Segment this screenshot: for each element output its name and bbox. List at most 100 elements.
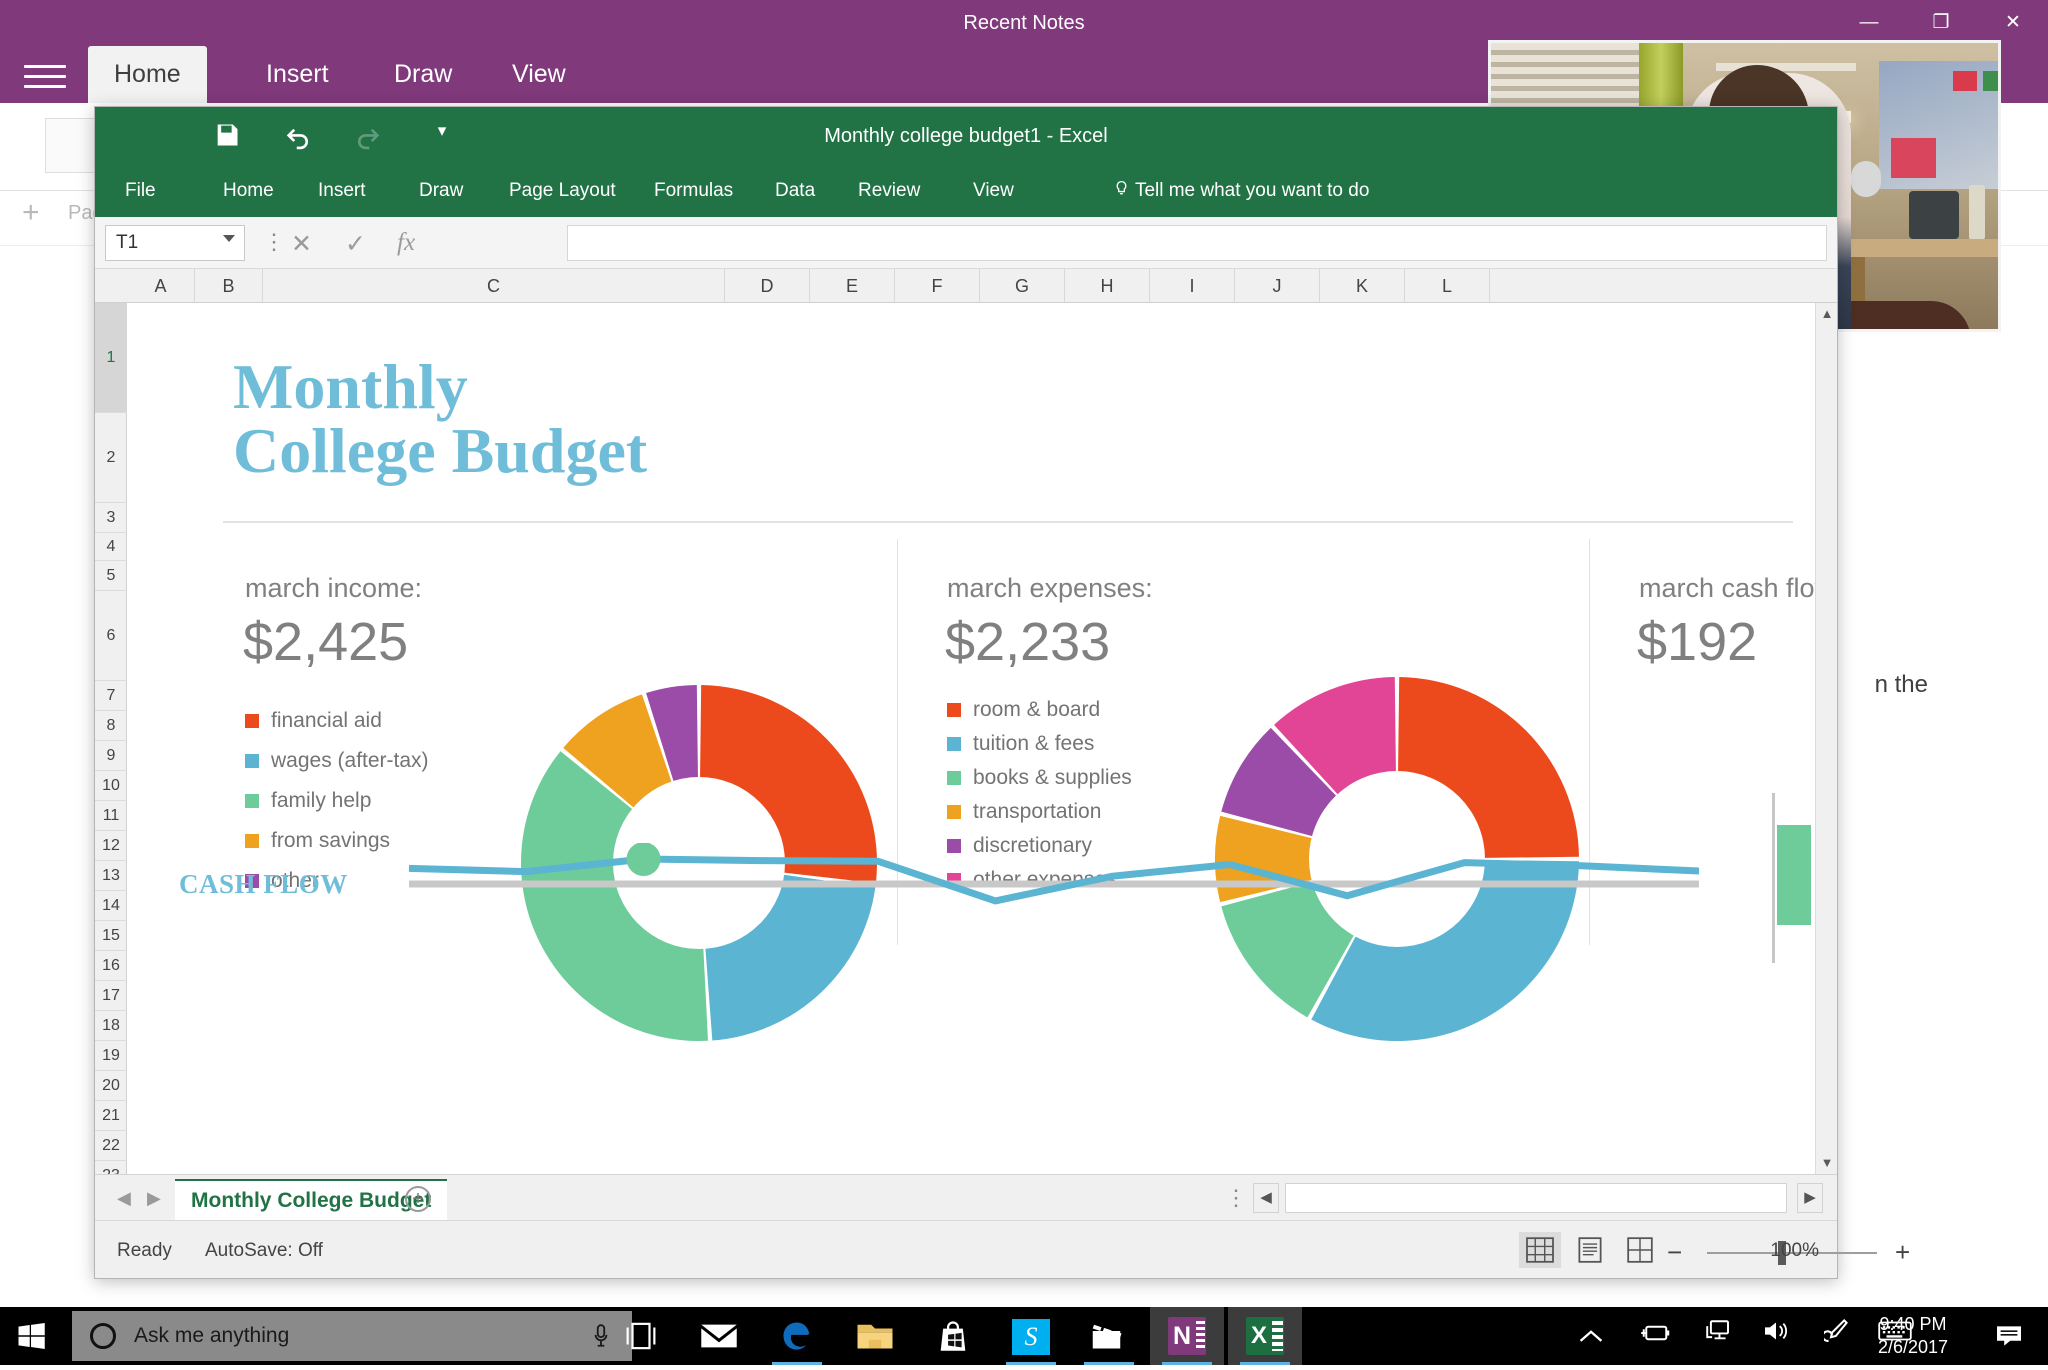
edge-icon[interactable] <box>760 1307 834 1365</box>
zoom-out-button[interactable]: − <box>1667 1237 1682 1268</box>
legend-item: wages (after-tax) <box>245 741 429 781</box>
page-layout-view-button[interactable] <box>1569 1232 1611 1268</box>
tab-split-handle[interactable]: ⋮ <box>1225 1185 1247 1211</box>
worksheet-vertical-scrollbar[interactable]: ▲ ▼ <box>1815 303 1837 1174</box>
column-header-d[interactable]: D <box>725 269 810 303</box>
row-header-16[interactable]: 16 <box>95 951 127 981</box>
row-header-12[interactable]: 12 <box>95 831 127 861</box>
onenote-taskbar-icon[interactable]: N <box>1150 1307 1224 1365</box>
lightbulb-icon <box>1113 180 1135 201</box>
column-header-j[interactable]: J <box>1235 269 1320 303</box>
row-header-8[interactable]: 8 <box>95 711 127 741</box>
onenote-tab-insert[interactable]: Insert <box>240 46 355 103</box>
normal-view-button[interactable] <box>1519 1232 1561 1268</box>
column-header-h[interactable]: H <box>1065 269 1150 303</box>
row-header-13[interactable]: 13 <box>95 861 127 891</box>
row-header-5[interactable]: 5 <box>95 561 127 591</box>
ribbon-tab-draw[interactable]: Draw <box>411 165 471 217</box>
battery-icon[interactable] <box>1640 1307 1670 1365</box>
store-icon[interactable] <box>916 1307 990 1365</box>
file-explorer-icon[interactable] <box>838 1307 912 1365</box>
ribbon-tab-data[interactable]: Data <box>767 165 823 217</box>
onenote-tab-view[interactable]: View <box>486 46 592 103</box>
formula-input[interactable] <box>567 225 1827 261</box>
column-header-f[interactable]: F <box>895 269 980 303</box>
scroll-up-icon[interactable]: ▲ <box>1816 303 1838 325</box>
name-box-dropdown-icon[interactable] <box>223 235 235 242</box>
row-header-18[interactable]: 18 <box>95 1011 127 1041</box>
notifications-icon[interactable] <box>1984 1307 2034 1365</box>
ribbon-tab-view[interactable]: View <box>965 165 1022 217</box>
cortana-search-box[interactable]: Ask me anything <box>72 1311 632 1361</box>
watering-can <box>1909 191 1959 239</box>
ribbon-tab-home[interactable]: Home <box>215 165 282 217</box>
row-header-2[interactable]: 2 <box>95 413 127 503</box>
ribbon-tab-page-layout[interactable]: Page Layout <box>501 165 624 217</box>
ribbon-tab-insert[interactable]: Insert <box>310 165 374 217</box>
onenote-tab-home[interactable]: Home <box>88 46 207 103</box>
zoom-in-button[interactable]: + <box>1895 1237 1910 1268</box>
insert-function-icon[interactable]: fx <box>397 229 415 257</box>
row-header-10[interactable]: 10 <box>95 771 127 801</box>
worksheet-canvas[interactable]: Monthly College Budget march income: $2,… <box>127 303 1815 1174</box>
scroll-down-icon[interactable]: ▼ <box>1816 1152 1838 1174</box>
row-header-14[interactable]: 14 <box>95 891 127 921</box>
onenote-tab-draw[interactable]: Draw <box>368 46 478 103</box>
task-view-icon[interactable] <box>604 1307 678 1365</box>
row-header-7[interactable]: 7 <box>95 681 127 711</box>
column-header-b[interactable]: B <box>195 269 263 303</box>
skype-icon[interactable]: S <box>994 1307 1068 1365</box>
volume-icon[interactable] <box>1762 1307 1790 1365</box>
row-header-15[interactable]: 15 <box>95 921 127 951</box>
ribbon-tab-formulas[interactable]: Formulas <box>646 165 741 217</box>
page-break-preview-button[interactable] <box>1619 1232 1661 1268</box>
row-header-22[interactable]: 22 <box>95 1131 127 1161</box>
add-page-icon[interactable]: + <box>22 196 40 230</box>
ribbon-tab-review[interactable]: Review <box>850 165 928 217</box>
column-header-l[interactable]: L <box>1405 269 1490 303</box>
next-sheet-icon[interactable]: ▶ <box>147 1188 161 1209</box>
sheet-scroll-right-icon[interactable]: ▶ <box>1797 1183 1823 1213</box>
excel-taskbar-icon[interactable]: X <box>1228 1307 1302 1365</box>
column-header-i[interactable]: I <box>1150 269 1235 303</box>
row-header-4[interactable]: 4 <box>95 533 127 561</box>
enter-icon[interactable]: ✓ <box>345 229 366 259</box>
network-icon[interactable] <box>1704 1307 1730 1365</box>
name-box[interactable]: T1 <box>105 225 245 261</box>
cashflow-amount: $192 <box>1637 611 1757 673</box>
add-sheet-icon[interactable]: + <box>405 1186 431 1212</box>
sheet-horizontal-scrollbar[interactable] <box>1285 1183 1787 1213</box>
column-header-a[interactable]: A <box>127 269 195 303</box>
cashflow-sparkline[interactable] <box>379 843 1699 925</box>
tell-me-search[interactable]: Tell me what you want to do <box>1113 165 1369 217</box>
column-header-g[interactable]: G <box>980 269 1065 303</box>
sheet-scroll-left-icon[interactable]: ◀ <box>1253 1183 1279 1213</box>
row-header-21[interactable]: 21 <box>95 1101 127 1131</box>
hamburger-menu-icon[interactable] <box>24 58 66 90</box>
excel-title: Monthly college budget1 - Excel <box>95 107 1837 165</box>
search-placeholder: Ask me anything <box>134 1324 289 1348</box>
column-headers: A B C D E F G H I J K L <box>95 269 1837 303</box>
row-header-1[interactable]: 1 <box>95 303 127 413</box>
pen-icon[interactable] <box>1824 1307 1850 1365</box>
legend-swatch <box>245 834 259 848</box>
row-header-11[interactable]: 11 <box>95 801 127 831</box>
cancel-icon[interactable]: ✕ <box>291 229 312 259</box>
row-header-20[interactable]: 20 <box>95 1071 127 1101</box>
previous-sheet-icon[interactable]: ◀ <box>117 1188 131 1209</box>
taskbar-clock[interactable]: 9:40 PM 2/6/2017 <box>1848 1313 1978 1359</box>
start-button-icon[interactable] <box>0 1307 62 1365</box>
mail-icon[interactable] <box>682 1307 756 1365</box>
ribbon-tab-file[interactable]: File <box>117 165 164 217</box>
legend-label: wages (after-tax) <box>271 749 429 773</box>
row-header-17[interactable]: 17 <box>95 981 127 1011</box>
row-header-9[interactable]: 9 <box>95 741 127 771</box>
movies-tv-icon[interactable] <box>1072 1307 1146 1365</box>
column-header-c[interactable]: C <box>263 269 725 303</box>
column-header-e[interactable]: E <box>810 269 895 303</box>
show-hidden-icons-icon[interactable] <box>1578 1307 1604 1365</box>
row-header-19[interactable]: 19 <box>95 1041 127 1071</box>
row-header-6[interactable]: 6 <box>95 591 127 681</box>
column-header-k[interactable]: K <box>1320 269 1405 303</box>
row-header-3[interactable]: 3 <box>95 503 127 533</box>
